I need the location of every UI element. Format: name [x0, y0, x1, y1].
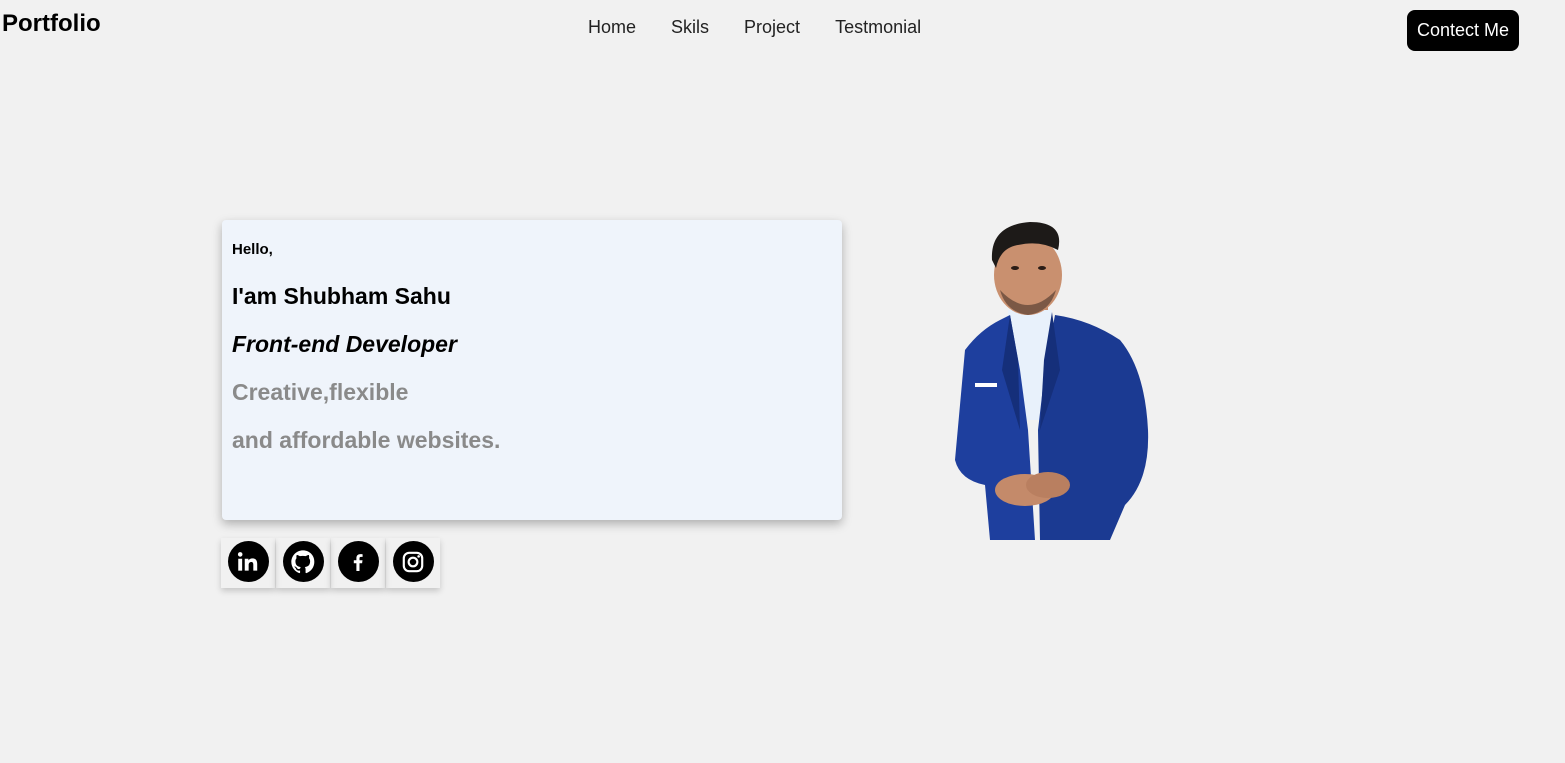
hero-name: I'am Shubham Sahu: [232, 283, 451, 309]
linkedin-link[interactable]: [221, 538, 275, 588]
portfolio-page: Portfolio Home Skils Project Testmonial …: [0, 0, 1565, 763]
hero-greeting: Hello,: [232, 241, 273, 258]
hero-tagline-1: Creative,flexible: [232, 379, 409, 405]
nav-home[interactable]: Home: [588, 16, 636, 38]
nav-skills[interactable]: Skils: [671, 16, 709, 38]
nav-testimonial[interactable]: Testmonial: [835, 16, 921, 38]
nav-project[interactable]: Project: [744, 16, 800, 38]
github-link[interactable]: [276, 538, 330, 588]
contact-button[interactable]: Contect Me: [1407, 10, 1519, 51]
github-icon: [282, 541, 324, 582]
brand-logo[interactable]: Portfolio: [2, 10, 101, 38]
main-nav: Home Skils Project Testmonial: [588, 16, 921, 38]
hero-card: Hello, I'am Shubham Sahu Front-end Devel…: [222, 220, 842, 520]
hero-role: Front-end Developer: [232, 331, 457, 357]
facebook-link[interactable]: [331, 538, 385, 588]
instagram-link[interactable]: [386, 538, 440, 588]
facebook-icon: [337, 541, 379, 582]
profile-photo: [955, 222, 1149, 540]
instagram-icon: [392, 541, 434, 582]
hero-tagline-2: and affordable websites.: [232, 427, 501, 453]
linkedin-icon: [227, 541, 269, 582]
social-links: [221, 538, 441, 588]
